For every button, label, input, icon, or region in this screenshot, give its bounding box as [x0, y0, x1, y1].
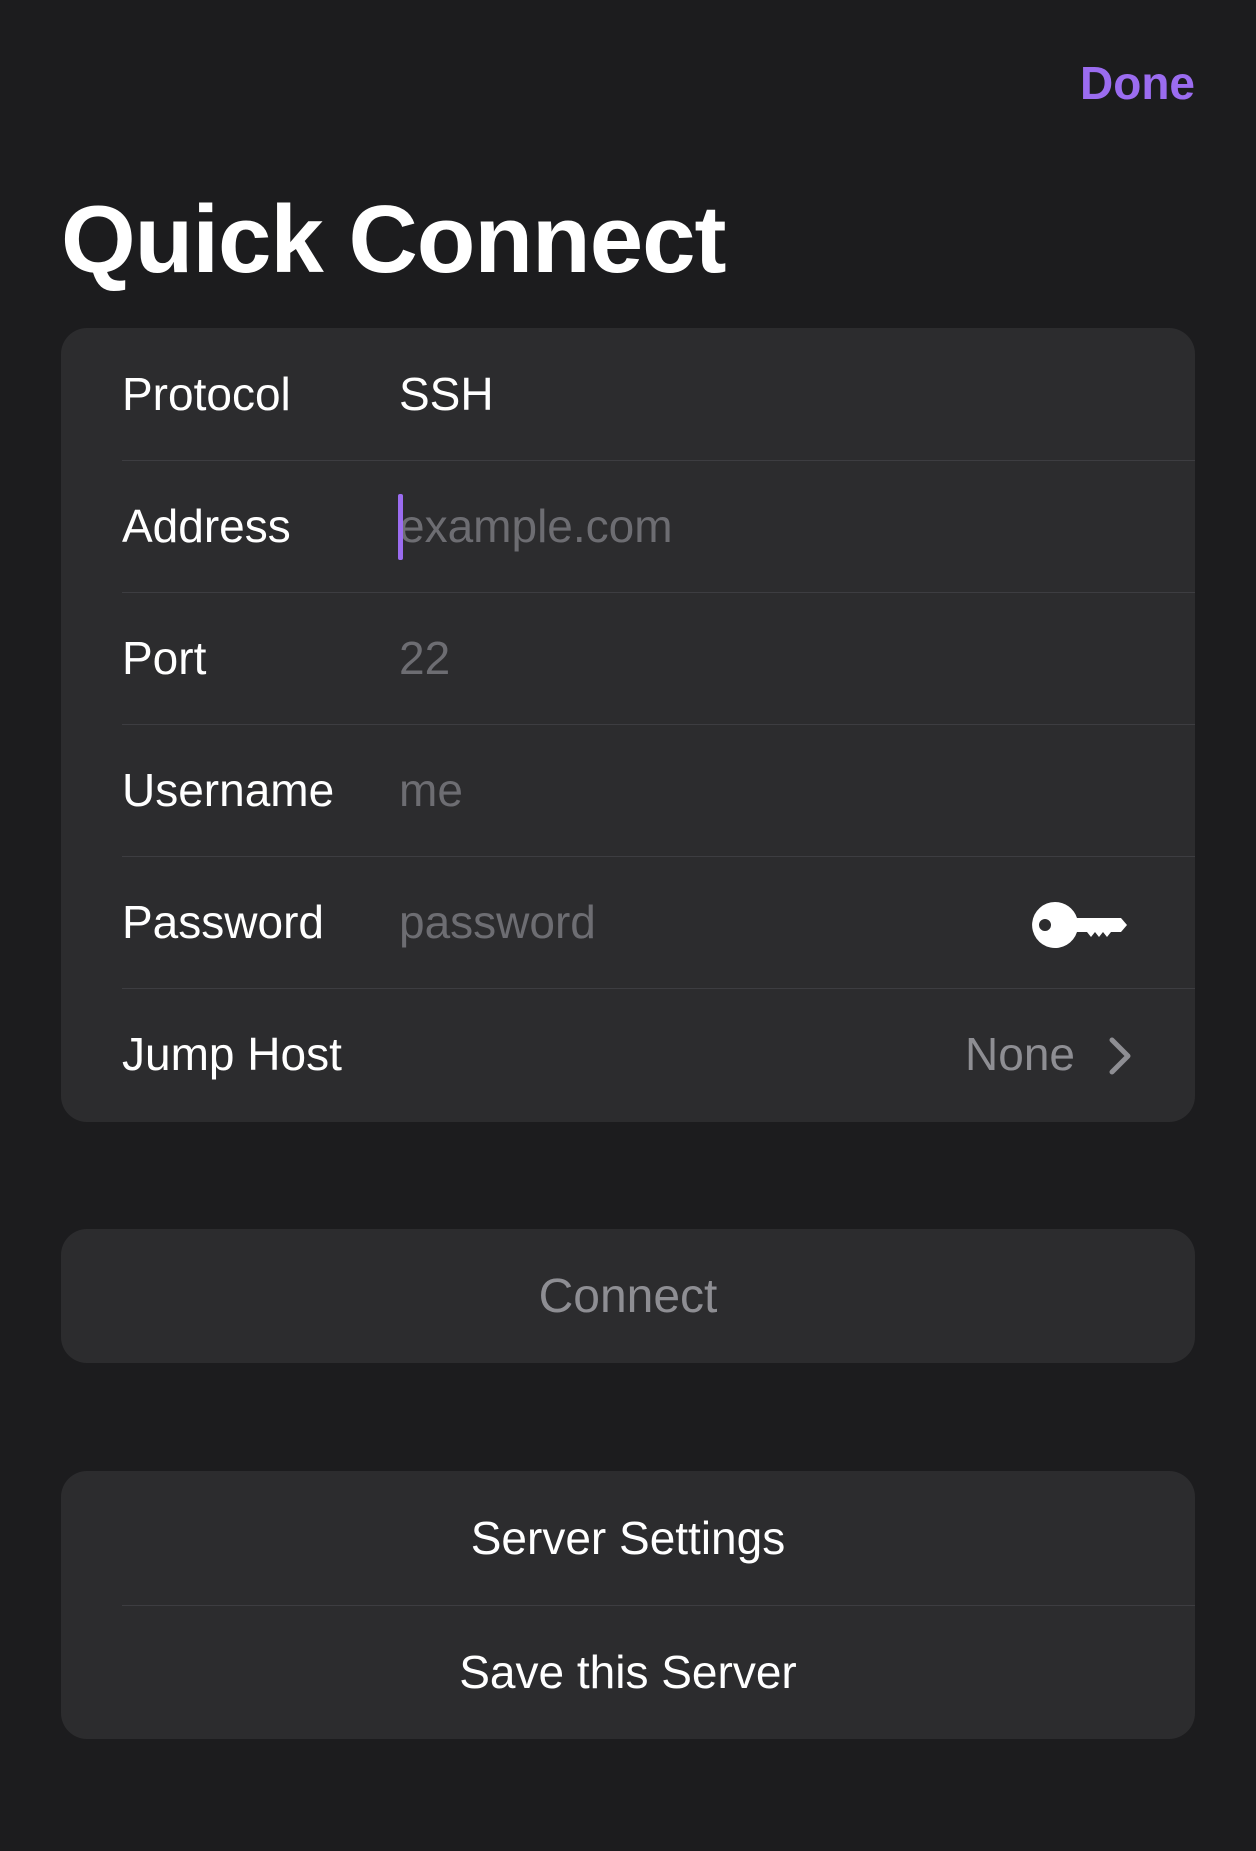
address-row: Address — [61, 460, 1195, 592]
server-settings-button[interactable]: Server Settings — [61, 1471, 1195, 1605]
connection-form: Protocol SSH Address Port Username Passw… — [61, 328, 1195, 1122]
text-caret — [398, 494, 403, 560]
jump-host-value: None — [965, 1028, 1075, 1080]
page-title: Quick Connect — [61, 186, 726, 293]
port-input[interactable] — [399, 592, 999, 724]
chevron-right-icon — [1109, 1037, 1131, 1075]
username-row: Username — [61, 724, 1195, 856]
connect-button-label: Connect — [538, 1269, 718, 1323]
password-row: Password — [61, 856, 1195, 988]
protocol-row[interactable]: Protocol SSH — [61, 328, 1195, 460]
password-input[interactable] — [399, 856, 999, 988]
port-label: Port — [122, 632, 207, 684]
save-server-button[interactable]: Save this Server — [61, 1605, 1195, 1739]
protocol-value[interactable]: SSH — [399, 367, 494, 421]
username-input[interactable] — [399, 724, 999, 856]
jump-host-row[interactable]: Jump Host None — [61, 988, 1195, 1120]
save-server-label: Save this Server — [459, 1646, 797, 1698]
server-actions-group: Server Settings Save this Server — [61, 1471, 1195, 1739]
password-label: Password — [122, 896, 324, 948]
port-row: Port — [61, 592, 1195, 724]
server-settings-label: Server Settings — [470, 1512, 786, 1564]
connect-button[interactable]: Connect — [61, 1229, 1195, 1363]
done-button[interactable]: Done — [1080, 56, 1195, 110]
address-label: Address — [122, 500, 291, 552]
jump-host-label: Jump Host — [122, 1028, 342, 1080]
protocol-label: Protocol — [122, 368, 291, 420]
key-icon[interactable] — [1031, 900, 1127, 950]
username-label: Username — [122, 764, 335, 816]
address-input[interactable] — [399, 460, 999, 592]
